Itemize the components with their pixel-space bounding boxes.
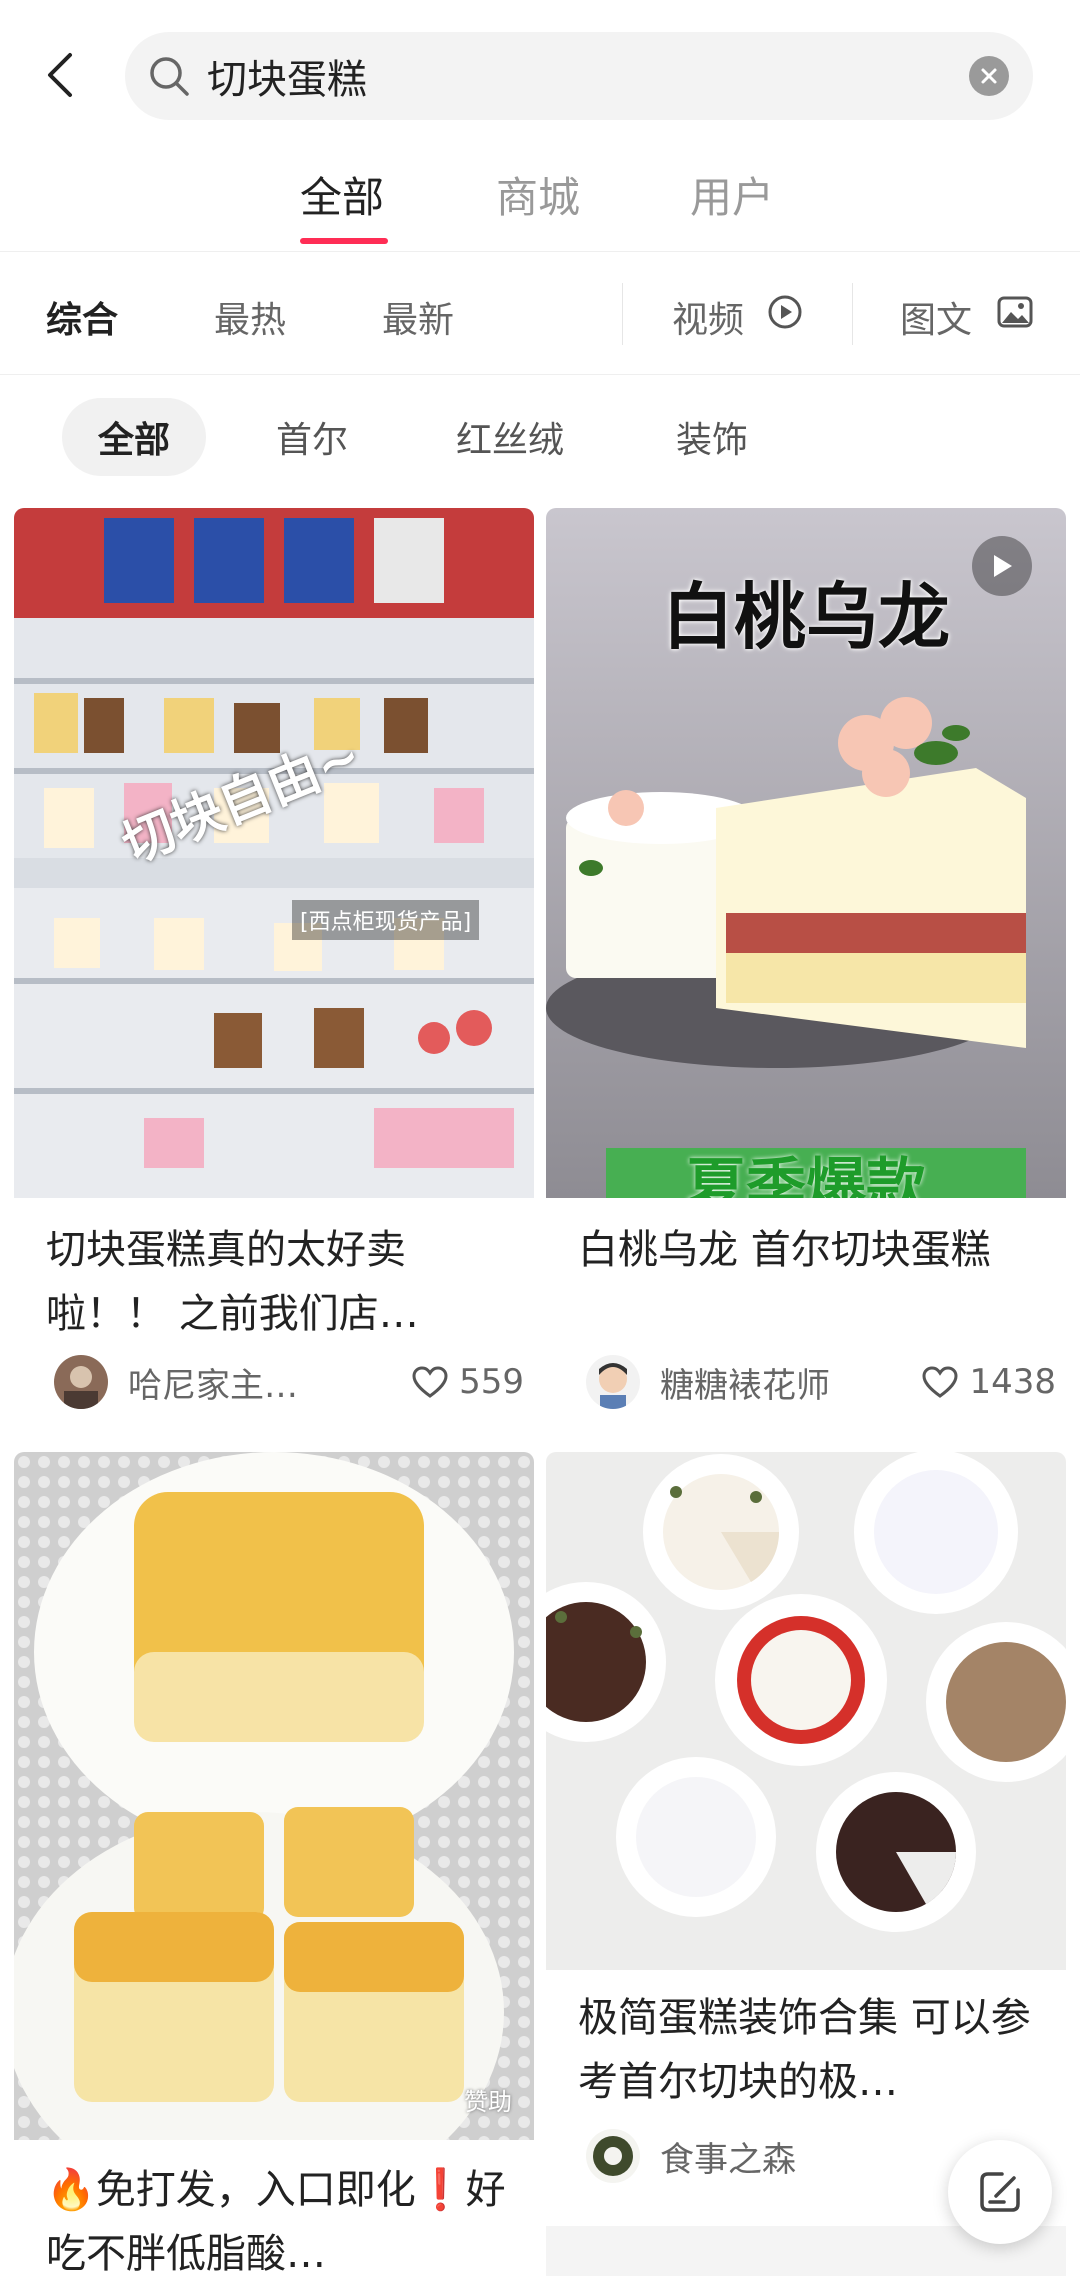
tab-active-indicator xyxy=(300,238,388,244)
edit-note-icon xyxy=(980,2172,1020,2212)
sort-comprehensive[interactable]: 综合 xyxy=(46,291,118,343)
tab-all[interactable]: 全部 xyxy=(300,164,384,225)
chip-all[interactable]: 全部 xyxy=(62,398,207,476)
overlay-bottom-text: 夏季爆款 xyxy=(686,1152,926,1198)
chip-seoul[interactable]: 首尔 xyxy=(240,398,384,476)
card-title[interactable]: 🔥免打发，入口即化❗好吃不胖低脂酸… xyxy=(46,2158,516,2276)
avatar[interactable] xyxy=(54,1355,108,1409)
sort-hottest[interactable]: 最热 xyxy=(214,291,286,343)
like-count: 559 xyxy=(459,1362,524,1402)
chip-filter-bar: 全部 首尔 红丝绒 装饰 xyxy=(0,378,1080,498)
back-icon[interactable] xyxy=(30,45,90,105)
compose-button[interactable] xyxy=(948,2140,1052,2244)
card-image-cake-collection[interactable] xyxy=(546,1452,1066,1970)
main-tabs: 全部 商城 用户 xyxy=(0,150,1080,252)
heart-icon xyxy=(412,1366,448,1398)
like-count: 1438 xyxy=(969,1362,1056,1402)
feed-card[interactable]: 切块自由~ [西点柜现货产品] 切块蛋糕真的太好卖啦！！ 之前我们店… 哈尼家主… xyxy=(14,508,534,1438)
sort-newest[interactable]: 最新 xyxy=(382,291,454,343)
feed-card[interactable]: 赞助 🔥免打发，入口即化❗好吃不胖低脂酸… xyxy=(14,1452,534,2276)
card-title[interactable]: 极简蛋糕装饰合集 可以参考首尔切块的极… xyxy=(578,1986,1048,2114)
like-button[interactable]: 1438 xyxy=(921,1362,1056,1402)
chip-red-velvet[interactable]: 红丝绒 xyxy=(420,398,600,476)
feed-card[interactable]: 白桃乌龙 夏季爆款 白桃乌龙 首尔切块蛋糕 糖糖裱花师 1438 xyxy=(546,508,1066,1438)
sort-bar: 综合 最热 最新 视频 图文 xyxy=(0,253,1080,375)
card-image-sponge-cake[interactable]: 赞助 xyxy=(14,1452,534,2140)
search-query-text[interactable]: 切块蛋糕 xyxy=(207,47,367,105)
search-input[interactable]: 切块蛋糕 xyxy=(125,32,1033,120)
author-name[interactable]: 哈尼家主… xyxy=(128,1358,328,1407)
like-button[interactable]: 559 xyxy=(411,1362,524,1402)
sponsored-tag: 赞助 xyxy=(464,2088,512,2116)
search-icon xyxy=(143,50,195,102)
avatar[interactable] xyxy=(586,2129,640,2183)
overlay-tag: [西点柜现货产品] xyxy=(292,900,480,940)
card-meta: 哈尼家主… 559 xyxy=(54,1354,524,1410)
card-title[interactable]: 白桃乌龙 首尔切块蛋糕 xyxy=(578,1218,1048,1282)
card-meta: 糖糖裱花师 1438 xyxy=(586,1354,1056,1410)
divider xyxy=(852,283,853,345)
clear-icon[interactable] xyxy=(969,56,1009,96)
filter-image-text[interactable]: 图文 xyxy=(900,291,972,343)
search-header: 切块蛋糕 xyxy=(0,0,1080,150)
heart-icon xyxy=(922,1366,958,1398)
tab-mall[interactable]: 商城 xyxy=(496,164,580,225)
card-image-display-case[interactable]: 切块自由~ [西点柜现货产品] xyxy=(14,508,534,1198)
divider xyxy=(622,283,623,345)
filter-video[interactable]: 视频 xyxy=(672,291,744,343)
video-play-icon xyxy=(972,536,1032,596)
play-circle-icon[interactable] xyxy=(766,293,804,331)
author-name[interactable]: 糖糖裱花师 xyxy=(660,1358,860,1407)
chip-decoration[interactable]: 装饰 xyxy=(640,398,784,476)
card-title[interactable]: 切块蛋糕真的太好卖啦！！ 之前我们店… xyxy=(46,1218,516,1346)
image-icon[interactable] xyxy=(996,293,1034,331)
avatar[interactable] xyxy=(586,1355,640,1409)
card-image-peach-cake[interactable]: 白桃乌龙 夏季爆款 xyxy=(546,508,1066,1198)
author-name[interactable]: 食事之森 xyxy=(660,2132,860,2181)
tab-users[interactable]: 用户 xyxy=(690,164,774,225)
